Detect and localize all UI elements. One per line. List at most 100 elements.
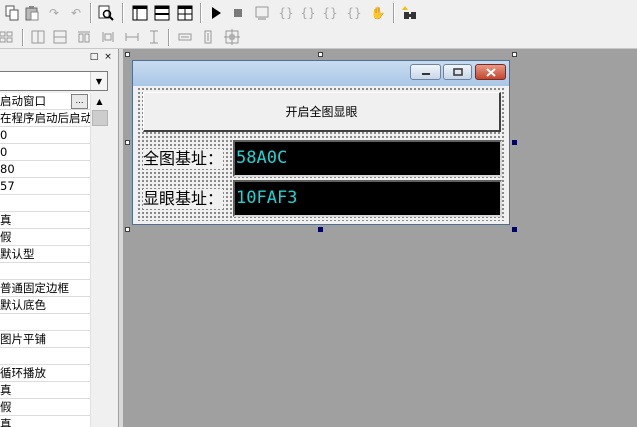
scroll-thumb[interactable] [92, 110, 108, 126]
property-list: 启动窗口… 在程序启动后启动 0 0 80 57 真假默认型 普通固定边框 默认底色 图片平铺 循环… [0, 93, 90, 427]
property-value: 假 [0, 400, 12, 414]
breakpoint-icon[interactable] [400, 4, 420, 22]
resize-handle[interactable] [125, 227, 130, 232]
main-toolbar: ↷ ↶ {} {} {} {} ✋ [0, 0, 637, 28]
align-bottom-icon[interactable] [98, 28, 118, 46]
resize-handle[interactable] [318, 227, 323, 232]
same-height-icon[interactable] [198, 28, 218, 46]
minimize-button[interactable] [410, 64, 441, 80]
property-value: 默认型 [0, 247, 35, 261]
resize-handle[interactable] [512, 227, 517, 232]
close-button[interactable] [475, 64, 506, 80]
undo-icon[interactable]: ↶ [66, 4, 86, 22]
window-titlebar[interactable] [133, 61, 509, 86]
hand-icon[interactable]: ✋ [368, 4, 388, 22]
property-row[interactable]: 0 [0, 127, 90, 144]
panel-header: □ × [0, 49, 118, 65]
more-button[interactable]: … [71, 94, 88, 109]
property-row[interactable]: 默认型 [0, 246, 90, 263]
paste-icon[interactable] [22, 4, 42, 22]
property-row[interactable]: 启动窗口… [0, 93, 90, 110]
center-icon[interactable] [222, 28, 242, 46]
property-row[interactable]: 真 [0, 212, 90, 229]
step-into-icon[interactable]: {} [276, 4, 296, 22]
property-value: 真 [0, 383, 12, 397]
property-row[interactable]: 假 [0, 399, 90, 416]
property-scrollbar[interactable]: ▲ [90, 93, 108, 427]
map-base-label: 全图基址： [143, 149, 224, 169]
designed-window[interactable]: 开启全图显眼 全图基址： 58A0C 显眼基址： 10FAF3 [132, 60, 510, 225]
property-row[interactable]: 循环播放 [0, 365, 90, 382]
layout-single-icon[interactable] [130, 4, 150, 22]
open-map-eye-button[interactable]: 开启全图显眼 [143, 92, 501, 132]
pin-icon[interactable]: □ [88, 51, 100, 63]
layout-split-horizontal-icon[interactable] [152, 4, 172, 22]
same-width-icon[interactable] [175, 28, 195, 46]
property-value: 在程序启动后启动 [0, 111, 90, 125]
resize-handle[interactable] [125, 140, 130, 145]
property-row[interactable]: 80 [0, 161, 90, 178]
align-left-icon[interactable] [0, 28, 16, 46]
canvas-gutter [119, 49, 123, 427]
copy-icon[interactable] [2, 4, 22, 22]
step-icon[interactable] [252, 4, 272, 22]
property-row[interactable] [0, 263, 90, 280]
property-value: 57 [0, 179, 15, 193]
step-out-icon[interactable]: {} [320, 4, 340, 22]
close-icon[interactable]: × [102, 51, 114, 63]
window-client-area: 开启全图显眼 全图基址： 58A0C 显眼基址： 10FAF3 [137, 87, 505, 221]
layout-grid-icon[interactable] [175, 4, 195, 22]
run-icon[interactable] [206, 4, 226, 22]
redo-icon[interactable]: ↷ [44, 4, 64, 22]
minimize-icon [421, 73, 430, 75]
property-panel: □ × ▼ 启动窗口… 在程序启动后启动 0 0 80 57 真假默认型 普通固定边框 默认底色… [0, 49, 119, 427]
property-row[interactable]: 默认底色 [0, 297, 90, 314]
property-value: 普通固定边框 [0, 281, 69, 295]
property-value: 0 [0, 145, 8, 159]
property-row[interactable]: 真 [0, 382, 90, 399]
toolbar-separator [200, 3, 202, 23]
resize-handle[interactable] [512, 52, 517, 57]
toolbar-separator [122, 3, 124, 23]
property-row[interactable]: 在程序启动后启动 [0, 110, 90, 127]
property-row[interactable]: 假 [0, 229, 90, 246]
property-value: 假 [0, 230, 12, 244]
property-value: 图片平铺 [0, 332, 46, 346]
step-over-icon[interactable]: {} [298, 4, 318, 22]
space-horizontal-icon[interactable] [122, 28, 142, 46]
resize-handle[interactable] [125, 52, 130, 57]
property-value: 80 [0, 162, 15, 176]
object-combo[interactable]: ▼ [0, 71, 108, 91]
property-row[interactable]: 真 [0, 416, 90, 427]
align-toolbar [0, 27, 637, 49]
maximize-icon [452, 68, 463, 76]
resize-handle[interactable] [318, 52, 323, 57]
find-icon[interactable] [96, 4, 116, 22]
align-center-icon[interactable] [28, 28, 48, 46]
eye-base-value: 10FAF3 [233, 180, 502, 217]
map-base-value: 58A0C [233, 140, 502, 177]
property-row[interactable] [0, 348, 90, 365]
maximize-button[interactable] [443, 64, 472, 80]
close-icon [485, 67, 496, 77]
toolbar-separator [393, 3, 395, 23]
stop-icon[interactable] [228, 4, 248, 22]
property-row[interactable]: 图片平铺 [0, 331, 90, 348]
run-to-cursor-icon[interactable]: {} [344, 4, 364, 22]
property-row[interactable]: 0 [0, 144, 90, 161]
property-row[interactable]: 普通固定边框 [0, 280, 90, 297]
space-vertical-icon[interactable] [144, 28, 164, 46]
property-row[interactable]: 57 [0, 178, 90, 195]
property-row[interactable] [0, 314, 90, 331]
property-row[interactable] [0, 195, 90, 212]
property-value: 默认底色 [0, 298, 46, 312]
align-top-icon[interactable] [50, 28, 70, 46]
scroll-up-icon[interactable]: ▲ [91, 93, 108, 110]
toolbar-separator [90, 3, 92, 23]
chevron-down-icon[interactable]: ▼ [90, 72, 107, 90]
toolbar-separator [22, 29, 24, 46]
resize-handle[interactable] [512, 140, 517, 145]
property-value: 0 [0, 128, 8, 142]
property-value: 真 [0, 213, 12, 227]
align-middle-icon[interactable] [74, 28, 94, 46]
